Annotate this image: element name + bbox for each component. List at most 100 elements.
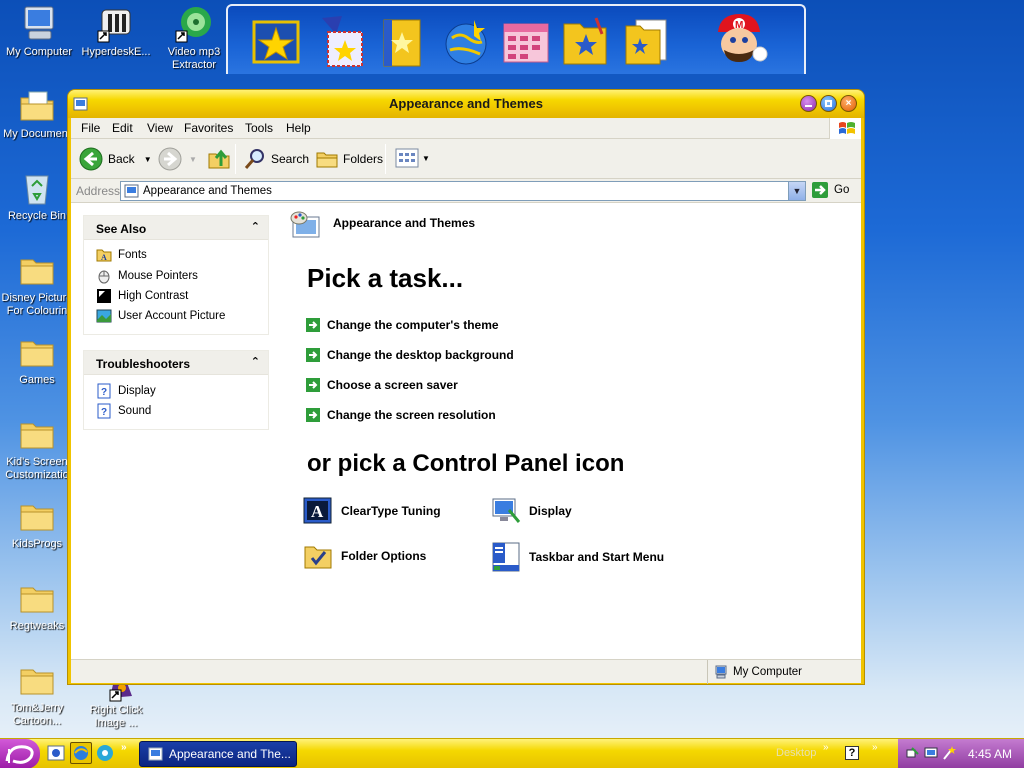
desktop-icon-kids-screen[interactable]: Kid's Screen Customizatio: [0, 414, 76, 482]
taskbar-start-menu-icon: [492, 542, 520, 572]
menu-favorites[interactable]: Favorites: [184, 121, 233, 135]
desktop-icon-disney-pictures[interactable]: Disney Picture For Colourin: [0, 250, 76, 318]
address-label: Address: [76, 184, 121, 198]
task-change-theme[interactable]: Change the computer's theme: [306, 318, 499, 332]
troubleshooters-pane: Troubleshooters ⌃ ? Display ? Sound: [83, 350, 269, 430]
dock-folder-star-icon[interactable]: [558, 14, 614, 70]
desktop-icon-video-mp3[interactable]: Video mp3 Extractor: [155, 4, 233, 72]
desktop-toolbar-label: Desktop: [776, 747, 817, 759]
desktop-icon-recycle-bin[interactable]: Recycle Bin: [0, 168, 76, 223]
dock-wizard-stamp-icon[interactable]: [314, 14, 370, 70]
status-bar: My Computer: [71, 659, 861, 684]
task-change-desktop-background[interactable]: Change the desktop background: [306, 348, 514, 362]
see-also-fonts-link[interactable]: A Fonts: [96, 248, 147, 262]
forward-button[interactable]: ▼: [158, 147, 197, 171]
quicklaunch-ie-icon[interactable]: [70, 742, 92, 764]
help-icon: ?: [97, 403, 111, 419]
taskbar: » Appearance and The... Desktop » ? » 4:…: [0, 738, 1024, 768]
address-value: Appearance and Themes: [143, 185, 272, 197]
fonts-folder-icon: A: [96, 249, 112, 262]
see-also-header[interactable]: See Also ⌃: [84, 216, 268, 240]
collapse-chevron-icon[interactable]: ⌃: [251, 355, 260, 368]
menu-help[interactable]: Help: [286, 121, 311, 135]
search-button[interactable]: Search: [243, 147, 309, 171]
views-button[interactable]: ▼: [395, 147, 430, 169]
menu-tools[interactable]: Tools: [245, 121, 273, 135]
folders-label: Folders: [343, 152, 384, 166]
high-contrast-icon: [97, 289, 111, 303]
taskbar-window-button[interactable]: Appearance and The...: [139, 741, 297, 767]
task-choose-screen-saver[interactable]: Choose a screen saver: [306, 378, 458, 392]
address-dropdown-button[interactable]: ▼: [788, 182, 805, 200]
menu-file[interactable]: File: [81, 121, 100, 135]
cp-folder-options[interactable]: Folder Options: [303, 541, 426, 571]
task-arrow-icon: [306, 408, 320, 422]
network-tray-icon[interactable]: [906, 746, 920, 760]
address-field[interactable]: Appearance and Themes ▼: [120, 181, 806, 201]
dock-theme-star-icon[interactable]: [250, 14, 306, 70]
status-location: My Computer: [733, 666, 803, 678]
folder-icon: [20, 259, 54, 285]
svg-text:?: ?: [101, 387, 107, 398]
menu-view[interactable]: View: [147, 121, 173, 135]
desktop-icon-label: Video mp3 Extractor: [167, 46, 221, 71]
desktop-icon-kidsprogs[interactable]: KidsProgs: [0, 496, 76, 551]
desktop-icon-my-documents[interactable]: My Document: [0, 86, 76, 141]
desktop-icon-my-computer[interactable]: My Computer: [0, 4, 78, 59]
go-button[interactable]: Go: [811, 181, 849, 199]
folder-options-icon: [304, 546, 332, 569]
cp-icon-label: Folder Options: [341, 549, 427, 563]
quicklaunch-explorer-icon[interactable]: [47, 744, 65, 762]
quicklaunch-media-icon[interactable]: [96, 744, 114, 762]
hyperdesk-icon: [97, 9, 131, 43]
dock-globe-icon[interactable]: [438, 14, 494, 70]
up-folder-button[interactable]: [207, 146, 231, 170]
cp-cleartype-tuning[interactable]: A ClearType Tuning: [303, 496, 441, 526]
desktop-icon-games[interactable]: Games: [0, 332, 76, 387]
help-toolbar-icon[interactable]: ?: [845, 746, 859, 760]
task-label: Choose a screen saver: [327, 378, 458, 392]
svg-text:?: ?: [101, 407, 107, 418]
see-also-mouse-pointers-link[interactable]: Mouse Pointers: [96, 268, 198, 284]
desktop-icon-label: Games: [19, 374, 55, 386]
toolbar-expand-icon-2[interactable]: »: [872, 742, 878, 753]
quicklaunch-more-icon[interactable]: »: [121, 742, 127, 753]
desktop-icon-tom-jerry[interactable]: Tom&Jerry Cartoon...: [0, 660, 76, 728]
collapse-chevron-icon[interactable]: ⌃: [251, 220, 260, 233]
display-icon: [492, 498, 521, 523]
title-bar[interactable]: Appearance and Themes ×: [68, 90, 864, 118]
task-change-screen-resolution[interactable]: Change the screen resolution: [306, 408, 496, 422]
see-also-pane: See Also ⌃ A Fonts Mouse Pointers High C…: [83, 215, 269, 335]
troubleshooter-sound-link[interactable]: ? Sound: [96, 403, 151, 419]
troubleshooters-header[interactable]: Troubleshooters ⌃: [84, 351, 268, 375]
dock-documents-icon[interactable]: [620, 14, 676, 70]
toolbar-expand-icon[interactable]: »: [823, 742, 829, 753]
troubleshooter-item-label: Sound: [118, 405, 152, 417]
dock-binder-icon[interactable]: [376, 14, 432, 70]
desktop-icon-hyperdesk[interactable]: HyperdeskE...: [77, 4, 155, 59]
folders-button[interactable]: Folders: [315, 147, 383, 171]
monitor-tray-icon[interactable]: [924, 746, 938, 760]
folder-icon: [20, 423, 54, 449]
back-dropdown-icon[interactable]: ▼: [144, 155, 152, 164]
up-folder-icon: [208, 149, 230, 169]
see-also-high-contrast-link[interactable]: High Contrast: [96, 288, 188, 304]
dock-mario-icon[interactable]: M: [708, 10, 768, 72]
menu-edit[interactable]: Edit: [112, 121, 133, 135]
dock-calendar-icon[interactable]: [498, 14, 554, 70]
start-button[interactable]: [0, 739, 40, 768]
troubleshooter-display-link[interactable]: ? Display: [96, 383, 156, 399]
minimize-button[interactable]: [800, 95, 817, 112]
task-label: Change the desktop background: [327, 348, 514, 362]
cp-display[interactable]: Display: [491, 496, 572, 526]
maximize-button[interactable]: [820, 95, 837, 112]
cp-icon-label: Taskbar and Start Menu: [529, 550, 665, 564]
close-button[interactable]: ×: [840, 95, 857, 112]
troubleshooter-item-label: Display: [118, 385, 156, 397]
desktop-icon-regtweaks[interactable]: Regtweaks: [0, 578, 76, 633]
cp-taskbar-start-menu[interactable]: Taskbar and Start Menu: [491, 541, 664, 573]
back-button[interactable]: Back ▼: [79, 147, 152, 171]
wand-tray-icon[interactable]: [942, 745, 956, 761]
disney-start-icon: [5, 745, 34, 764]
see-also-user-account-picture-link[interactable]: User Account Picture: [96, 308, 225, 324]
